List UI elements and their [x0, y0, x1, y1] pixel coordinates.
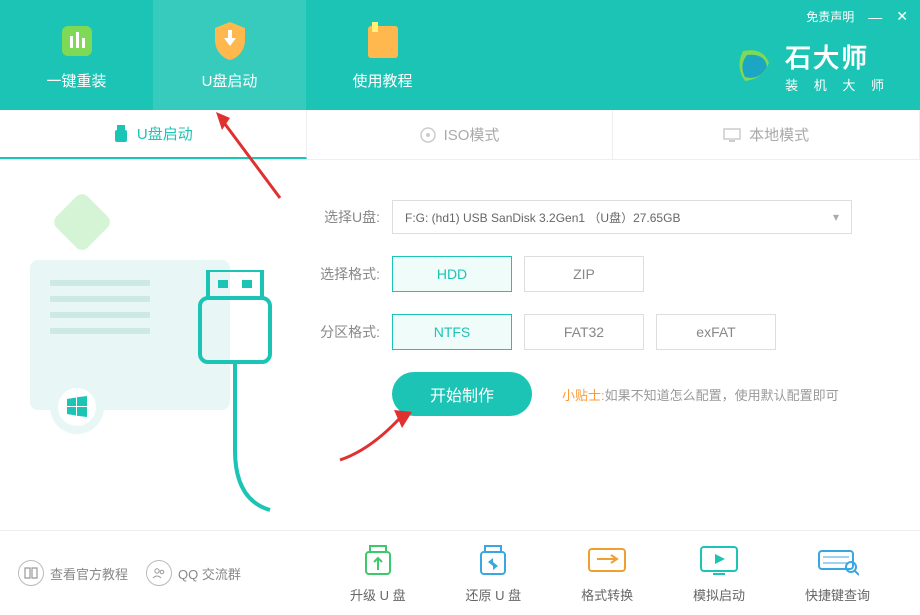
- shield-icon: [209, 20, 251, 62]
- footer-left: 查看官方教程 QQ 交流群: [0, 531, 300, 615]
- window-controls: 免责声明 — ✕: [806, 8, 908, 25]
- usb-select-value: F:G: (hd1) USB SanDisk 3.2Gen1 （U盘）27.65…: [405, 209, 680, 226]
- tip-text: 小贴士:如果不知道怎么配置，使用默认配置即可: [562, 385, 839, 404]
- usb-up-icon: [357, 543, 399, 579]
- illustration-panel: [0, 160, 300, 530]
- partition-format-label: 分区格式:: [310, 322, 380, 342]
- footer-tools: 升级 U 盘 还原 U 盘 格式转换 模拟启动 快捷键查询: [300, 531, 920, 615]
- iso-icon: [420, 127, 436, 143]
- partition-fat32-option[interactable]: FAT32: [524, 314, 644, 350]
- usb-select[interactable]: F:G: (hd1) USB SanDisk 3.2Gen1 （U盘）27.65…: [392, 200, 852, 234]
- nav-reinstall[interactable]: 一键重装: [0, 0, 153, 110]
- sub-tabs: U盘启动 ISO模式 本地模式: [0, 110, 920, 160]
- reinstall-icon: [56, 20, 98, 62]
- main-content: 选择U盘: F:G: (hd1) USB SanDisk 3.2Gen1 （U盘…: [0, 160, 920, 530]
- brand-subtitle: 装 机 大 师: [785, 75, 890, 94]
- main-nav: 一键重装 U盘启动 使用教程: [0, 0, 459, 110]
- nav-label: 使用教程: [352, 70, 412, 91]
- select-format-label: 选择格式:: [310, 264, 380, 284]
- footer: 查看官方教程 QQ 交流群 升级 U 盘 还原 U 盘 格式转换 模拟启动 快捷: [0, 530, 920, 615]
- brand-logo-icon: [733, 45, 775, 87]
- chevron-down-icon: ▾: [833, 210, 839, 224]
- convert-icon: [586, 543, 628, 579]
- tool-simulate-boot[interactable]: 模拟启动: [693, 543, 745, 604]
- disclaimer-link[interactable]: 免责声明: [806, 8, 854, 25]
- decoration-badge: [51, 191, 113, 253]
- tip-label: 小贴士:: [562, 388, 605, 403]
- tool-upgrade-usb[interactable]: 升级 U 盘: [350, 543, 406, 604]
- subtab-iso[interactable]: ISO模式: [307, 110, 614, 159]
- usb-icon: [113, 125, 129, 143]
- brand-title: 石大师: [785, 38, 890, 75]
- start-create-button[interactable]: 开始制作: [392, 372, 532, 416]
- official-tutorial-link[interactable]: 查看官方教程: [18, 560, 128, 586]
- people-icon: [146, 560, 172, 586]
- partition-exfat-option[interactable]: exFAT: [656, 314, 776, 350]
- subtab-label: ISO模式: [444, 124, 500, 145]
- partition-ntfs-option[interactable]: NTFS: [392, 314, 512, 350]
- app-header: 一键重装 U盘启动 使用教程 免责声明 — ✕ 石大师 装 机 大 师: [0, 0, 920, 110]
- tool-shortcut-lookup[interactable]: 快捷键查询: [805, 543, 870, 604]
- tool-format-convert[interactable]: 格式转换: [581, 543, 633, 604]
- subtab-local[interactable]: 本地模式: [613, 110, 920, 159]
- windows-badge-icon: [50, 380, 104, 434]
- book-icon: [362, 20, 404, 62]
- nav-usb-boot[interactable]: U盘启动: [153, 0, 306, 110]
- subtab-label: U盘启动: [137, 123, 193, 144]
- subtab-usb[interactable]: U盘启动: [0, 110, 307, 159]
- close-button[interactable]: ✕: [896, 8, 908, 25]
- keyboard-search-icon: [817, 543, 859, 579]
- select-usb-label: 选择U盘:: [310, 207, 380, 227]
- usb-cable-icon: [190, 270, 280, 530]
- tool-restore-usb[interactable]: 还原 U 盘: [466, 543, 522, 604]
- usb-restore-icon: [472, 543, 514, 579]
- play-monitor-icon: [698, 543, 740, 579]
- format-zip-option[interactable]: ZIP: [524, 256, 644, 292]
- format-hdd-option[interactable]: HDD: [392, 256, 512, 292]
- subtab-label: 本地模式: [749, 124, 809, 145]
- brand: 石大师 装 机 大 师: [733, 38, 890, 94]
- nav-tutorial[interactable]: 使用教程: [306, 0, 459, 110]
- qq-group-link[interactable]: QQ 交流群: [146, 560, 241, 586]
- book-open-icon: [18, 560, 44, 586]
- nav-label: 一键重装: [46, 70, 106, 91]
- minimize-button[interactable]: —: [868, 9, 882, 25]
- nav-label: U盘启动: [202, 70, 258, 91]
- form-area: 选择U盘: F:G: (hd1) USB SanDisk 3.2Gen1 （U盘…: [300, 160, 920, 530]
- monitor-icon: [723, 128, 741, 142]
